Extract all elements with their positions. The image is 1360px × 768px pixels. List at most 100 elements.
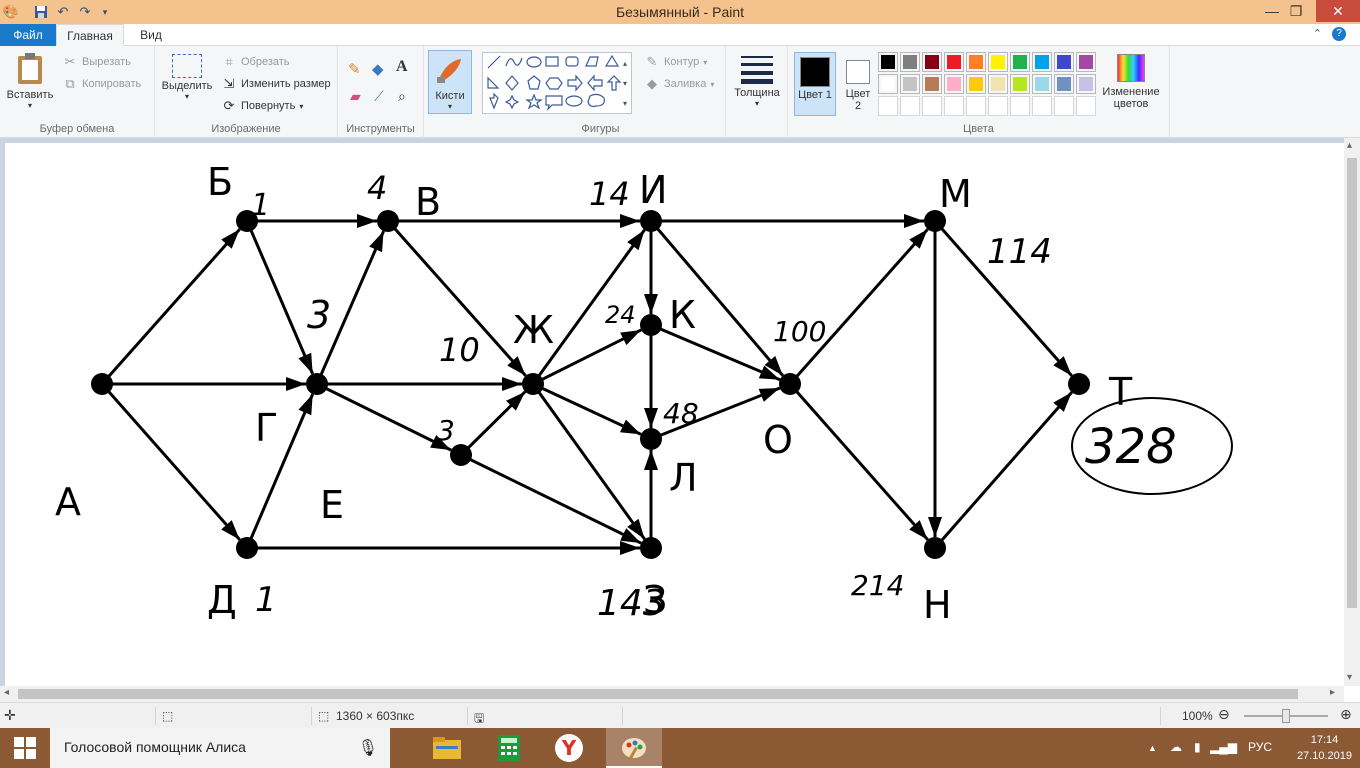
color-swatch[interactable] — [1054, 52, 1074, 72]
color-swatch[interactable] — [944, 74, 964, 94]
maximize-button[interactable]: ❐ — [1276, 0, 1316, 22]
color-swatch[interactable] — [900, 74, 920, 94]
file-explorer-icon[interactable] — [424, 728, 470, 768]
color-swatch[interactable] — [878, 74, 898, 94]
cut-button[interactable]: ✂ Вырезать — [62, 54, 131, 70]
color-swatch[interactable] — [878, 52, 898, 72]
vertex-label-o: О — [763, 418, 793, 462]
file-size-icon: 🖫 — [474, 711, 485, 725]
color-swatch[interactable] — [1032, 52, 1052, 72]
color-swatch[interactable] — [1076, 74, 1096, 94]
svg-text:▾: ▾ — [623, 79, 627, 88]
shapes-group: ▴ ▾ ▾ ✎ Контур ▾ ◆ Заливка ▾ Фигуры — [476, 46, 726, 138]
drawing-canvas[interactable]: А Б В Г Д Е Ж И К Л З О М Н Т 1 4 3 1 3 … — [5, 143, 1344, 686]
color-swatch[interactable] — [922, 52, 942, 72]
scroll-up-icon[interactable]: ▴ — [1347, 140, 1352, 151]
size-button[interactable]: Толщина ▾ — [730, 54, 784, 108]
color2-button[interactable]: Цвет 2 — [840, 52, 876, 116]
count-e: 3 — [437, 414, 455, 447]
line-width-icon — [741, 56, 773, 84]
scroll-right-icon[interactable]: ▸ — [1330, 687, 1335, 698]
color-swatch[interactable] — [1010, 52, 1030, 72]
battery-icon[interactable]: ▮ — [1194, 740, 1201, 754]
shapes-gallery[interactable]: ▴ ▾ ▾ — [482, 52, 632, 114]
pencil-icon[interactable]: ✎ — [348, 60, 361, 78]
color-swatch[interactable] — [900, 52, 920, 72]
vertical-scroll-thumb[interactable] — [1347, 158, 1357, 608]
input-language[interactable]: РУС — [1248, 740, 1272, 754]
color1-button[interactable]: Цвет 1 — [794, 52, 836, 116]
collapse-ribbon-icon[interactable]: ⌃ — [1313, 27, 1322, 40]
color-swatch[interactable] — [1076, 96, 1096, 116]
tab-file[interactable]: Файл — [0, 24, 56, 46]
outline-button[interactable]: ✎ Контур ▾ — [644, 54, 708, 70]
color-swatch[interactable] — [1032, 96, 1052, 116]
vertex-label-n: Н — [923, 583, 952, 627]
magnifier-icon[interactable]: ⌕ — [398, 88, 406, 105]
brushes-button[interactable]: Кисти ▾ — [428, 50, 472, 114]
color-swatch[interactable] — [988, 52, 1008, 72]
color-swatch[interactable] — [878, 96, 898, 116]
color-swatch[interactable] — [922, 74, 942, 94]
microphone-icon[interactable]: 🎙 — [358, 738, 378, 758]
crop-button[interactable]: ⌗ Обрезать — [221, 54, 289, 70]
fill-button[interactable]: ◆ Заливка ▾ — [644, 76, 714, 92]
vertical-scrollbar[interactable]: ▴ ▾ — [1344, 138, 1360, 686]
color-swatch[interactable] — [988, 96, 1008, 116]
eraser-icon[interactable]: ▰ — [350, 88, 361, 105]
start-button[interactable] — [0, 728, 50, 768]
resize-button[interactable]: ⇲ Изменить размер — [221, 76, 331, 92]
graph-edge — [788, 383, 929, 541]
color-swatch[interactable] — [900, 96, 920, 116]
clock[interactable]: 17:14 27.10.2019 — [1297, 732, 1352, 764]
color-swatch[interactable] — [1010, 96, 1030, 116]
color-swatch[interactable] — [944, 52, 964, 72]
color-swatch[interactable] — [1054, 74, 1074, 94]
color-swatch[interactable] — [1054, 96, 1074, 116]
horizontal-scroll-thumb[interactable] — [18, 689, 1298, 699]
color-swatch[interactable] — [966, 96, 986, 116]
color-picker-icon[interactable]: ⟋ — [374, 88, 384, 105]
yandex-browser-icon[interactable]: Y — [546, 728, 592, 768]
rotate-button[interactable]: ⟳ Повернуть ▾ — [221, 98, 304, 114]
paint-taskbar-icon[interactable] — [606, 728, 662, 768]
zoom-slider[interactable] — [1244, 709, 1328, 723]
paste-button[interactable]: Вставить ▾ — [4, 52, 56, 110]
scroll-down-icon[interactable]: ▾ — [1347, 672, 1352, 683]
zoom-slider-thumb[interactable] — [1282, 709, 1290, 723]
fill-bucket-icon[interactable]: ◆ — [372, 60, 384, 78]
calculator-icon[interactable] — [486, 728, 532, 768]
close-button[interactable]: ✕ — [1316, 0, 1360, 22]
color-swatch[interactable] — [988, 74, 1008, 94]
onedrive-icon[interactable]: ☁ — [1170, 740, 1182, 754]
selection-size-icon: ⬚ — [162, 709, 174, 723]
color-swatch[interactable] — [1032, 74, 1052, 94]
window-title: Безымянный - Paint — [615, 4, 745, 20]
search-box[interactable]: Голосовой помощник Алиса 🎙 — [50, 728, 390, 768]
zoom-in-icon[interactable]: ⊕ — [1340, 706, 1352, 723]
help-icon[interactable]: ? — [1332, 27, 1346, 41]
graph-edge — [316, 382, 452, 452]
copy-button[interactable]: ⧉ Копировать — [62, 76, 141, 92]
color-swatch[interactable] — [1010, 74, 1030, 94]
tab-view[interactable]: Вид — [126, 24, 176, 46]
brushes-label: Кисти — [435, 90, 465, 102]
select-button[interactable]: Выделить ▾ — [159, 54, 215, 101]
color-swatch[interactable] — [966, 74, 986, 94]
image-group: Выделить ▾ ⌗ Обрезать ⇲ Изменить размер ⟳ П… — [155, 46, 338, 138]
color-swatch[interactable] — [922, 96, 942, 116]
color-swatch[interactable] — [1076, 52, 1096, 72]
brushes-group: Кисти ▾ — [426, 46, 476, 138]
color-swatch[interactable] — [966, 52, 986, 72]
zoom-out-icon[interactable]: ⊖ — [1218, 706, 1230, 723]
tray-expand-icon[interactable]: ▲ — [1148, 743, 1157, 753]
edit-colors-button[interactable]: Изменение цветов — [1098, 52, 1164, 110]
select-rect-icon — [172, 54, 202, 78]
tools-group-label: Инструменты — [346, 123, 415, 135]
text-tool-icon[interactable]: A — [396, 58, 408, 76]
horizontal-scrollbar[interactable]: ◂ ▸ — [0, 686, 1344, 702]
scroll-left-icon[interactable]: ◂ — [4, 687, 9, 698]
network-icon[interactable]: ▂▄▆ — [1210, 740, 1237, 754]
color-swatch[interactable] — [944, 96, 964, 116]
tab-home[interactable]: Главная — [56, 24, 124, 46]
